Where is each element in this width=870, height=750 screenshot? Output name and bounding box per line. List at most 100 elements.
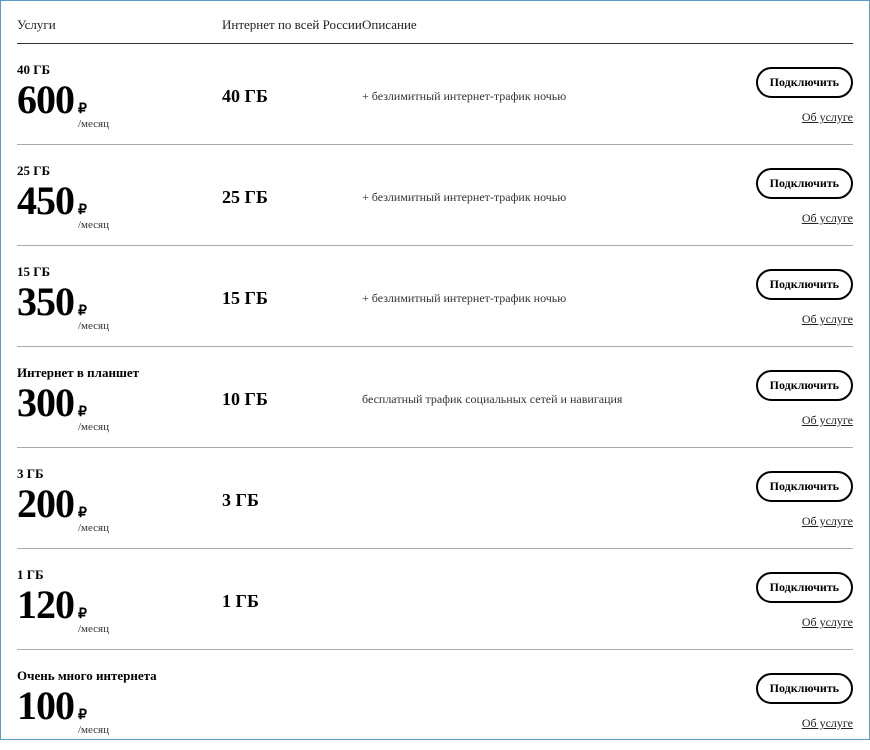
plan-cell: Интернет в планшет 300 ₽ /месяц: [17, 365, 222, 433]
internet-cell: 10 ГБ: [222, 389, 362, 410]
plan-cell: 15 ГБ 350 ₽ /месяц: [17, 264, 222, 332]
description-text: + безлимитный интернет-трафик ночью: [362, 89, 566, 103]
price-value: 350: [17, 282, 74, 322]
table-header: Услуги Интернет по всей России Описание: [17, 13, 853, 44]
about-service-link[interactable]: Об услуге: [802, 312, 853, 327]
internet-cell: 40 ГБ: [222, 86, 362, 107]
header-description: Описание: [362, 17, 738, 33]
description-cell: + безлимитный интернет-трафик ночью: [362, 87, 738, 105]
internet-cell: 25 ГБ: [222, 187, 362, 208]
price-value: 300: [17, 383, 74, 423]
connect-button[interactable]: Подключить: [756, 370, 853, 401]
table-row: 1 ГБ 120 ₽ /месяц 1 ГБ Подключить Об усл…: [17, 549, 853, 650]
period-label: /месяц: [78, 119, 109, 130]
ruble-icon: ₽: [78, 103, 109, 117]
period-label: /месяц: [78, 321, 109, 332]
plan-name: 1 ГБ: [17, 567, 222, 583]
price-value: 100: [17, 686, 74, 726]
plan-cell: Очень много интернета 100 ₽ /месяц: [17, 668, 222, 736]
price-value: 200: [17, 484, 74, 524]
plan-cell: 3 ГБ 200 ₽ /месяц: [17, 466, 222, 534]
plan-name: 40 ГБ: [17, 62, 222, 78]
internet-cell: 1 ГБ: [222, 591, 362, 612]
internet-amount: 15 ГБ: [222, 288, 268, 308]
plan-name: 3 ГБ: [17, 466, 222, 482]
plan-name: Интернет в планшет: [17, 365, 222, 381]
table-row: Очень много интернета 100 ₽ /месяц Подкл…: [17, 650, 853, 750]
internet-amount: 25 ГБ: [222, 187, 268, 207]
connect-button[interactable]: Подключить: [756, 471, 853, 502]
price-value: 600: [17, 80, 74, 120]
connect-button[interactable]: Подключить: [756, 67, 853, 98]
price-block: 600 ₽ /месяц: [17, 80, 222, 130]
description-text: + безлимитный интернет-трафик ночью: [362, 291, 566, 305]
table-row: 40 ГБ 600 ₽ /месяц 40 ГБ + безлимитный и…: [17, 44, 853, 145]
about-service-link[interactable]: Об услуге: [802, 413, 853, 428]
internet-amount: 10 ГБ: [222, 389, 268, 409]
price-suffix: ₽ /месяц: [78, 103, 109, 130]
header-internet: Интернет по всей России: [222, 17, 362, 33]
actions-cell: Подключить Об услуге: [738, 370, 853, 428]
ruble-icon: ₽: [78, 305, 109, 319]
price-suffix: ₽ /месяц: [78, 204, 109, 231]
plan-cell: 25 ГБ 450 ₽ /месяц: [17, 163, 222, 231]
plan-name: 15 ГБ: [17, 264, 222, 280]
description-cell: + безлимитный интернет-трафик ночью: [362, 188, 738, 206]
about-service-link[interactable]: Об услуге: [802, 110, 853, 125]
price-suffix: ₽ /месяц: [78, 709, 109, 736]
actions-cell: Подключить Об услуге: [738, 471, 853, 529]
table-row: 3 ГБ 200 ₽ /месяц 3 ГБ Подключить Об усл…: [17, 448, 853, 549]
description-text: бесплатный трафик социальных сетей и нав…: [362, 392, 622, 406]
header-services: Услуги: [17, 17, 222, 33]
ruble-icon: ₽: [78, 507, 109, 521]
period-label: /месяц: [78, 523, 109, 534]
header-actions: [738, 17, 853, 33]
actions-cell: Подключить Об услуге: [738, 67, 853, 125]
about-service-link[interactable]: Об услуге: [802, 514, 853, 529]
connect-button[interactable]: Подключить: [756, 572, 853, 603]
price-suffix: ₽ /месяц: [78, 305, 109, 332]
price-block: 300 ₽ /месяц: [17, 383, 222, 433]
actions-cell: Подключить Об услуге: [738, 269, 853, 327]
actions-cell: Подключить Об услуге: [738, 673, 853, 731]
internet-amount: 3 ГБ: [222, 490, 259, 510]
table-row: Интернет в планшет 300 ₽ /месяц 10 ГБ бе…: [17, 347, 853, 448]
price-value: 450: [17, 181, 74, 221]
plan-cell: 1 ГБ 120 ₽ /месяц: [17, 567, 222, 635]
internet-amount: 1 ГБ: [222, 591, 259, 611]
ruble-icon: ₽: [78, 406, 109, 420]
connect-button[interactable]: Подключить: [756, 168, 853, 199]
about-service-link[interactable]: Об услуге: [802, 615, 853, 630]
connect-button[interactable]: Подключить: [756, 269, 853, 300]
actions-cell: Подключить Об услуге: [738, 168, 853, 226]
price-block: 200 ₽ /месяц: [17, 484, 222, 534]
price-block: 120 ₽ /месяц: [17, 585, 222, 635]
plan-name: 25 ГБ: [17, 163, 222, 179]
internet-cell: 15 ГБ: [222, 288, 362, 309]
description-cell: + безлимитный интернет-трафик ночью: [362, 289, 738, 307]
description-text: + безлимитный интернет-трафик ночью: [362, 190, 566, 204]
period-label: /месяц: [78, 624, 109, 635]
price-suffix: ₽ /месяц: [78, 507, 109, 534]
table-row: 25 ГБ 450 ₽ /месяц 25 ГБ + безлимитный и…: [17, 145, 853, 246]
ruble-icon: ₽: [78, 709, 109, 723]
period-label: /месяц: [78, 725, 109, 736]
ruble-icon: ₽: [78, 204, 109, 218]
period-label: /месяц: [78, 220, 109, 231]
connect-button[interactable]: Подключить: [756, 673, 853, 704]
plan-cell: 40 ГБ 600 ₽ /месяц: [17, 62, 222, 130]
price-suffix: ₽ /месяц: [78, 406, 109, 433]
internet-amount: 40 ГБ: [222, 86, 268, 106]
price-block: 450 ₽ /месяц: [17, 181, 222, 231]
price-block: 350 ₽ /месяц: [17, 282, 222, 332]
about-service-link[interactable]: Об услуге: [802, 211, 853, 226]
internet-cell: 3 ГБ: [222, 490, 362, 511]
price-suffix: ₽ /месяц: [78, 608, 109, 635]
description-cell: бесплатный трафик социальных сетей и нав…: [362, 390, 738, 408]
plan-name: Очень много интернета: [17, 668, 222, 684]
period-label: /месяц: [78, 422, 109, 433]
price-block: 100 ₽ /месяц: [17, 686, 222, 736]
about-service-link[interactable]: Об услуге: [802, 716, 853, 731]
price-value: 120: [17, 585, 74, 625]
table-row: 15 ГБ 350 ₽ /месяц 15 ГБ + безлимитный и…: [17, 246, 853, 347]
